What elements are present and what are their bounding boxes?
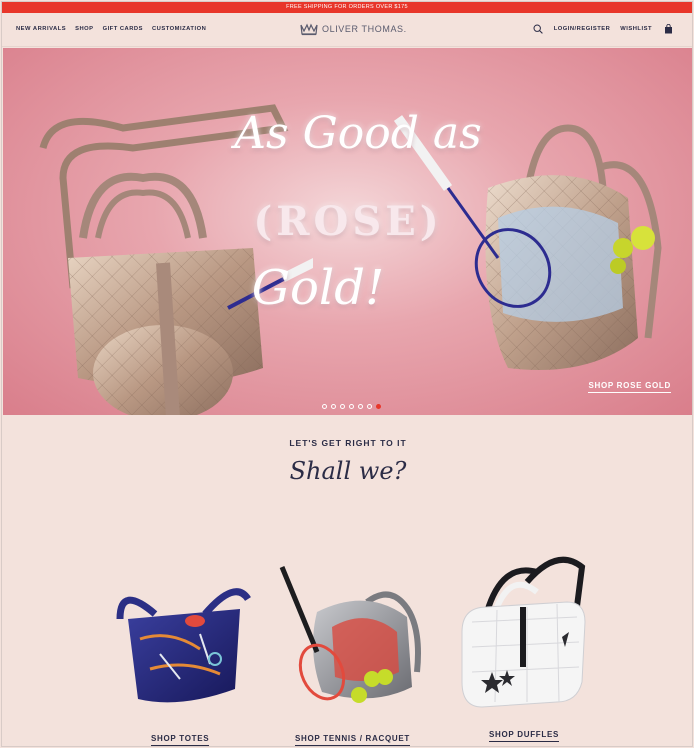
- hero-banner[interactable]: As Good as (ROSE) Gold! SHOP ROSE GOLD: [3, 48, 692, 415]
- carousel-dot[interactable]: [322, 404, 327, 409]
- shop-rose-gold-button[interactable]: SHOP ROSE GOLD: [588, 381, 671, 393]
- nav-customization[interactable]: CUSTOMIZATION: [152, 26, 206, 32]
- carousel-dot[interactable]: [331, 404, 336, 409]
- intro-headline: Shall we?: [289, 457, 407, 485]
- hero-title-line-3: Gold!: [251, 260, 385, 316]
- carousel-dots: [322, 404, 381, 409]
- hero-title-line-1: As Good as: [234, 108, 482, 159]
- search-icon[interactable]: [532, 23, 544, 35]
- duffle-bag-image[interactable]: [457, 552, 592, 712]
- promo-bar: FREE SHIPPING FOR ORDERS OVER $175: [2, 2, 692, 13]
- nav-gift-cards[interactable]: GIFT CARDS: [103, 26, 143, 32]
- carousel-dot[interactable]: [349, 404, 354, 409]
- site-logo[interactable]: OLIVER THOMAS.: [299, 22, 407, 36]
- nav-shop[interactable]: SHOP: [75, 26, 93, 32]
- carousel-dot[interactable]: [367, 404, 372, 409]
- promo-text: FREE SHIPPING FOR ORDERS OVER $175: [286, 4, 408, 10]
- intro-kicker: LET'S GET RIGHT TO IT: [289, 438, 407, 448]
- wishlist-link[interactable]: WISHLIST: [620, 26, 652, 32]
- shopping-bag-icon[interactable]: [662, 23, 674, 35]
- main-nav: NEW ARRIVALS SHOP GIFT CARDS CUSTOMIZATI…: [2, 13, 692, 47]
- shop-totes-link[interactable]: SHOP TOTES: [151, 734, 210, 746]
- nav-right-menu: LOGIN/REGISTER WISHLIST: [532, 23, 674, 35]
- carousel-dot-active[interactable]: [376, 404, 381, 409]
- shop-duffles-link[interactable]: SHOP DUFFLES: [489, 730, 560, 742]
- page-frame: FREE SHIPPING FOR ORDERS OVER $175 NEW A…: [1, 1, 693, 747]
- login-register-link[interactable]: LOGIN/REGISTER: [554, 26, 611, 32]
- tote-bag-image[interactable]: [110, 579, 255, 709]
- nav-new-arrivals[interactable]: NEW ARRIVALS: [16, 26, 66, 32]
- hero-title-line-2: (ROSE): [253, 198, 443, 245]
- tennis-backpack-image[interactable]: [277, 562, 427, 712]
- shop-tennis-racquet-link[interactable]: SHOP TENNIS / RACQUET: [295, 734, 411, 746]
- nav-left-menu: NEW ARRIVALS SHOP GIFT CARDS CUSTOMIZATI…: [16, 26, 206, 32]
- crown-icon: [300, 23, 318, 36]
- logo-text: OLIVER THOMAS.: [322, 24, 407, 34]
- carousel-dot[interactable]: [340, 404, 345, 409]
- intro-section: LET'S GET RIGHT TO IT Shall we?: [2, 438, 692, 485]
- carousel-dot[interactable]: [358, 404, 363, 409]
